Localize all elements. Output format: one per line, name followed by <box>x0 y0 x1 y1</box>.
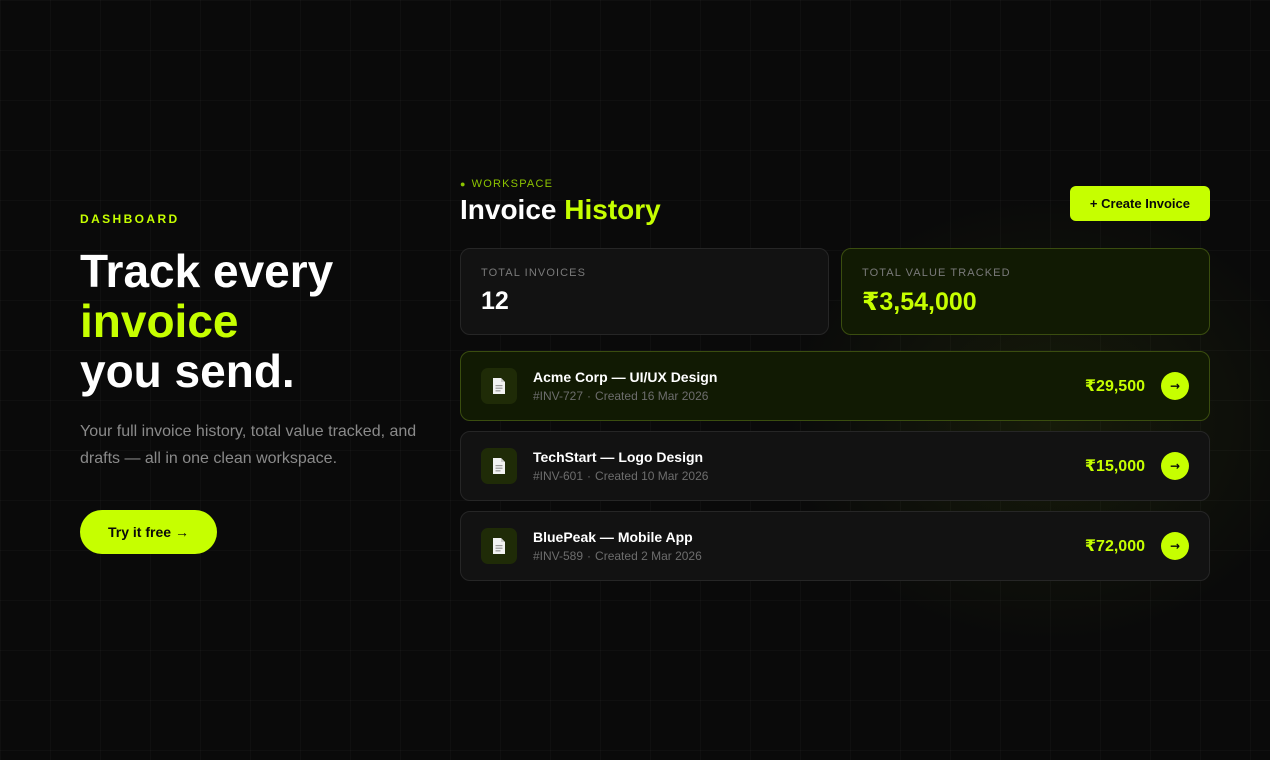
stat-value: ₹3,54,000 <box>862 288 977 316</box>
try-it-free-label: Try it free <box>108 524 172 540</box>
invoice-id: #INV-589 <box>533 549 584 563</box>
hero-headline-line-2: you send. <box>80 345 295 397</box>
panel-header: ● WORKSPACE Invoice History + Create Inv… <box>460 178 1210 234</box>
status-dot-icon: ● <box>460 179 467 189</box>
invoice-row[interactable]: TechStart — Logo Design #INV-601 · Creat… <box>460 431 1210 501</box>
meta-separator: · <box>587 389 592 403</box>
open-invoice-button[interactable]: → <box>1161 372 1189 400</box>
invoice-created: Created 10 Mar 2026 <box>595 469 709 483</box>
open-invoice-button[interactable]: → <box>1161 452 1189 480</box>
stat-card-total-invoices: TOTAL INVOICES 12 <box>460 248 829 335</box>
document-icon <box>481 448 517 484</box>
invoice-title: Acme Corp — UI/UX Design <box>533 369 718 385</box>
invoice-list: Acme Corp — UI/UX Design #INV-727 · Crea… <box>460 351 1210 581</box>
invoice-amount: ₹15,000 <box>1084 458 1145 475</box>
hero-subtitle: Your full invoice history, total value t… <box>80 423 417 467</box>
stats-row: TOTAL INVOICES 12 TOTAL VALUE TRACKED ₹3… <box>460 248 1210 335</box>
hero-headline-line-1: Track every <box>80 245 334 297</box>
invoice-info: TechStart — Logo Design #INV-601 · Creat… <box>533 449 1085 483</box>
invoice-created: Created 16 Mar 2026 <box>595 389 709 403</box>
invoice-amount: ₹29,500 <box>1084 378 1145 395</box>
invoice-meta: #INV-727 · Created 16 Mar 2026 <box>533 389 1085 403</box>
stat-label: TOTAL INVOICES <box>481 267 587 279</box>
invoice-info: Acme Corp — UI/UX Design #INV-727 · Crea… <box>533 369 1085 403</box>
document-icon <box>481 368 517 404</box>
stat-label: TOTAL VALUE TRACKED <box>862 267 1011 279</box>
hero-section: DASHBOARD Track every invoice you send. … <box>80 212 420 554</box>
create-invoice-button[interactable]: + Create Invoice <box>1069 186 1210 221</box>
meta-separator: · <box>587 549 592 563</box>
arrow-right-icon: → <box>1169 459 1181 473</box>
invoice-info: BluePeak — Mobile App #INV-589 · Created… <box>533 529 1085 563</box>
invoice-id: #INV-601 <box>533 469 584 483</box>
document-icon <box>481 528 517 564</box>
hero-headline: Track every invoice you send. <box>80 246 420 396</box>
arrow-right-icon: → <box>175 524 190 540</box>
page-title-main: Invoice <box>460 194 557 225</box>
hero-eyebrow: DASHBOARD <box>80 212 180 226</box>
open-invoice-button[interactable]: → <box>1161 532 1189 560</box>
workspace-label-text: WORKSPACE <box>471 178 554 190</box>
invoice-amount: ₹72,000 <box>1084 538 1145 555</box>
arrow-right-icon: → <box>1169 539 1181 553</box>
stat-value: 12 <box>481 287 509 315</box>
invoice-panel: ● WORKSPACE Invoice History + Create Inv… <box>460 178 1210 581</box>
hero-headline-accent: invoice <box>80 295 239 347</box>
arrow-right-icon: → <box>1169 379 1181 393</box>
page-title-accent: History <box>564 194 661 225</box>
invoice-created: Created 2 Mar 2026 <box>595 549 702 563</box>
try-it-free-button[interactable]: Try it free → <box>80 510 218 554</box>
meta-separator: · <box>587 469 592 483</box>
invoice-row[interactable]: Acme Corp — UI/UX Design #INV-727 · Crea… <box>460 351 1210 421</box>
invoice-meta: #INV-589 · Created 2 Mar 2026 <box>533 549 1085 563</box>
invoice-title: BluePeak — Mobile App <box>533 529 693 545</box>
invoice-meta: #INV-601 · Created 10 Mar 2026 <box>533 469 1085 483</box>
stat-card-total-value: TOTAL VALUE TRACKED ₹3,54,000 <box>841 248 1210 335</box>
invoice-title: TechStart — Logo Design <box>533 449 704 465</box>
invoice-id: #INV-727 <box>533 389 584 403</box>
invoice-row[interactable]: BluePeak — Mobile App #INV-589 · Created… <box>460 511 1210 581</box>
